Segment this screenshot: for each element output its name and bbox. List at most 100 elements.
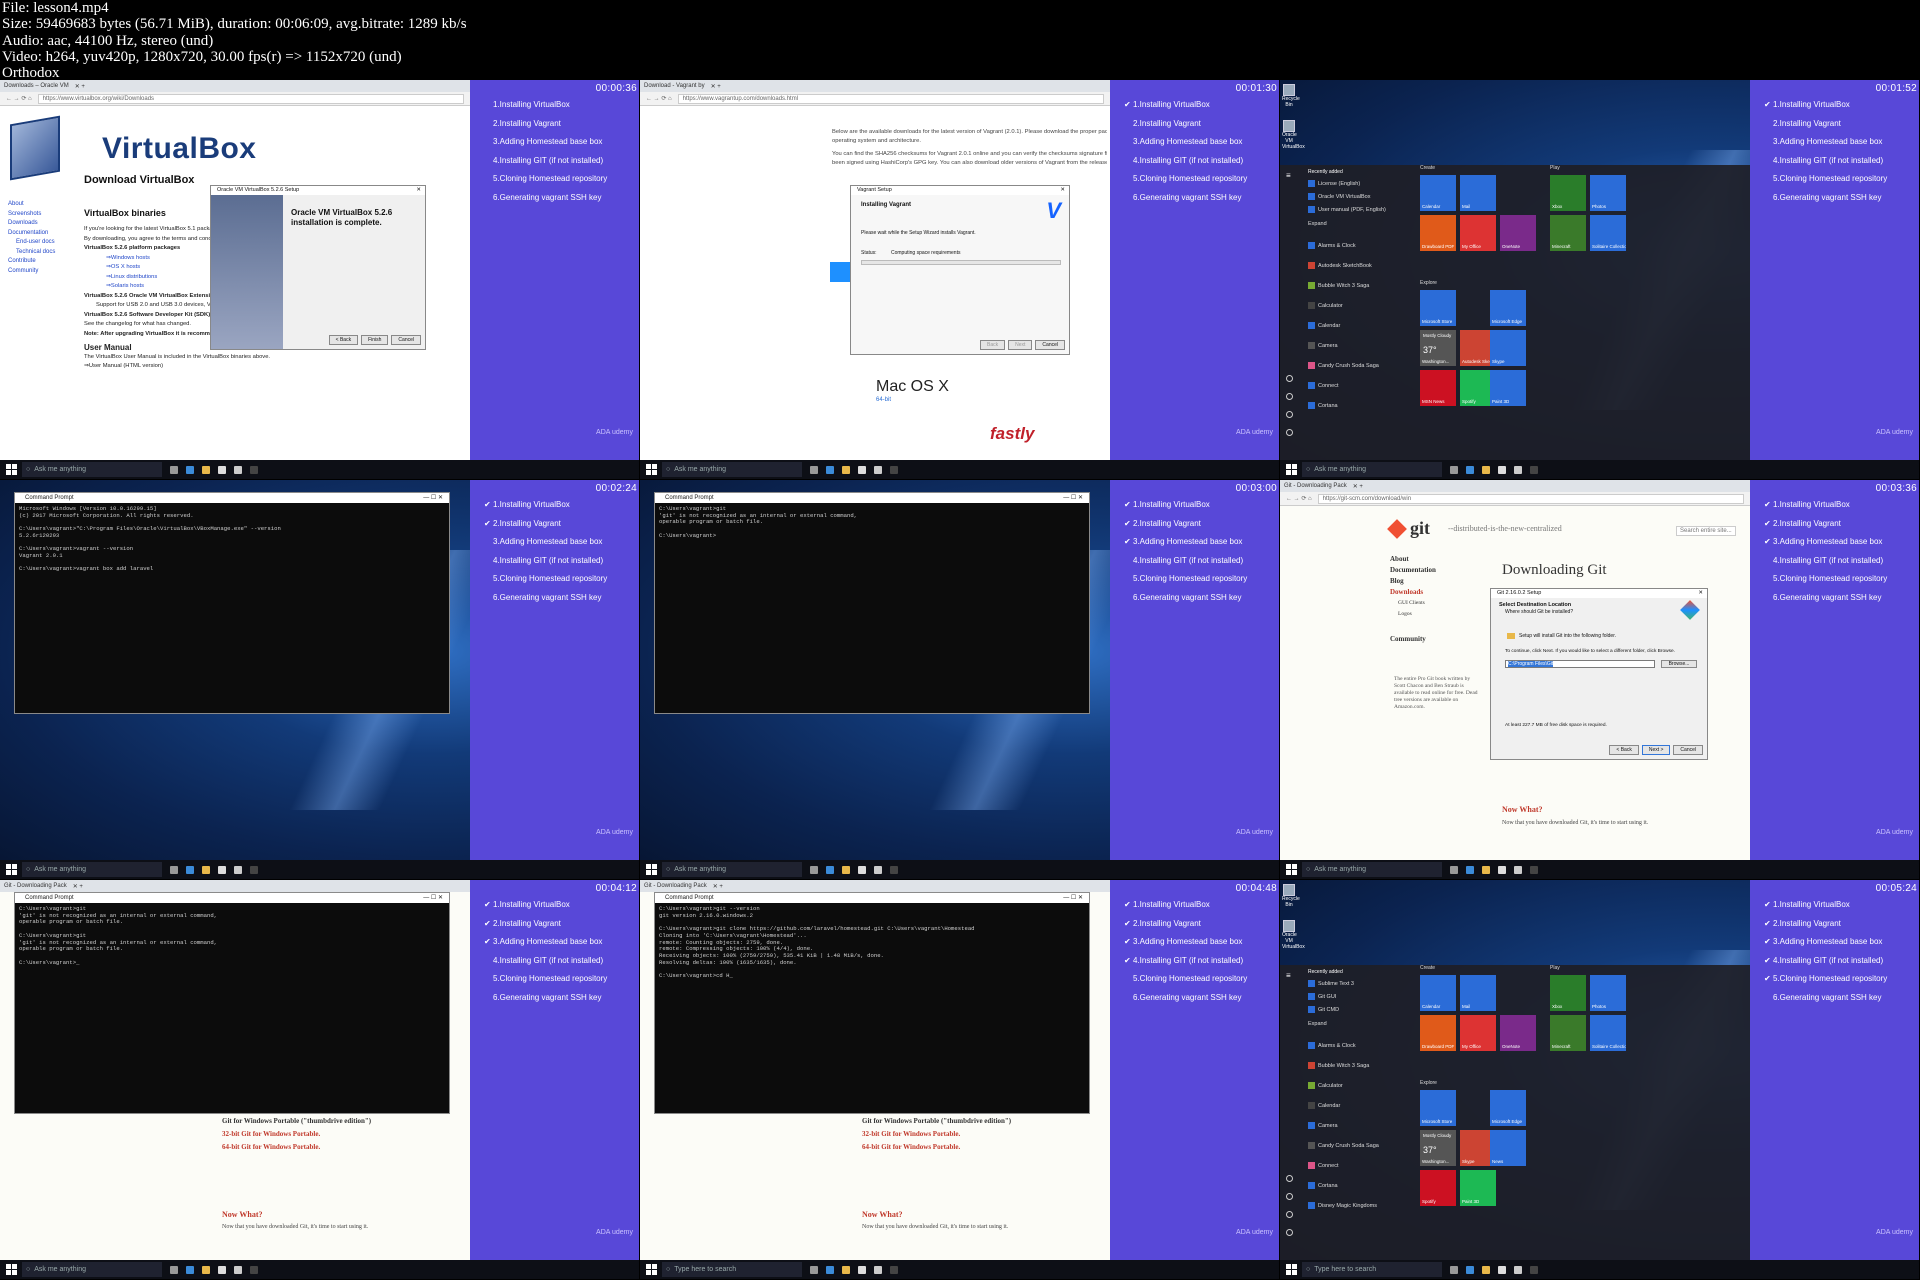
nav-link[interactable]: About: [1390, 554, 1436, 565]
cmd-icon[interactable]: [250, 1265, 258, 1274]
thumbnail-5[interactable]: Command Prompt C:\Users\vagrant>git 'git…: [640, 480, 1279, 879]
virtualbox-desktop-icon[interactable]: Oracle VM VirtualBox: [1282, 120, 1305, 150]
start-tile[interactable]: News: [1490, 1130, 1526, 1166]
search-box[interactable]: ○ Ask me anything: [22, 462, 162, 477]
search-box[interactable]: ○ Type here to search: [662, 1262, 802, 1277]
start-tile[interactable]: Paint 3D: [1490, 370, 1526, 406]
file-explorer-icon[interactable]: [842, 465, 850, 474]
nav-link[interactable]: Documentation: [1390, 565, 1436, 576]
task-view-icon[interactable]: [810, 1265, 818, 1274]
thumbnail-2[interactable]: Download - Vagrant by ✕ + ← → ⟳ ⌂ https://…: [640, 80, 1279, 479]
nav-link[interactable]: Blog: [1390, 576, 1436, 587]
task-view-icon[interactable]: [1450, 865, 1458, 874]
start-tile[interactable]: Paint 3D: [1460, 1170, 1496, 1206]
cancel-button[interactable]: Cancel: [391, 335, 421, 345]
app-list-item[interactable]: Sublime Text 3: [1318, 981, 1354, 987]
windows-start-icon[interactable]: [4, 463, 18, 477]
start-tile[interactable]: Calendar: [1420, 175, 1456, 211]
task-view-icon[interactable]: [810, 865, 818, 874]
console-output[interactable]: C:\Users\vagrant>git --version git versi…: [655, 903, 1089, 983]
app-list-item[interactable]: Git CMD: [1318, 1007, 1339, 1013]
search-box[interactable]: ○ Ask me anything: [662, 462, 802, 477]
power-icon[interactable]: [1286, 1229, 1293, 1236]
file-explorer-icon[interactable]: [202, 1265, 210, 1274]
search-box[interactable]: ○ Ask me anything: [22, 1262, 162, 1277]
cmd-icon[interactable]: [1530, 1265, 1538, 1274]
start-tile[interactable]: Microsoft Store: [1420, 290, 1456, 326]
command-prompt-window[interactable]: Command Prompt C:\Users\vagrant>git 'git…: [14, 892, 450, 1114]
store-icon[interactable]: [858, 1265, 866, 1274]
browser-tab[interactable]: Git - Downloading Pack: [1284, 483, 1347, 489]
back-button[interactable]: < Back: [1609, 745, 1639, 755]
app-list-item[interactable]: Calculator: [1318, 303, 1343, 309]
store-icon[interactable]: [1498, 1265, 1506, 1274]
file-explorer-icon[interactable]: [1482, 865, 1490, 874]
site-search-input[interactable]: Search entire site...: [1676, 526, 1736, 536]
start-tile[interactable]: Calendar: [1420, 975, 1456, 1011]
file-explorer-icon[interactable]: [1482, 465, 1490, 474]
task-view-icon[interactable]: [170, 465, 178, 474]
start-tile[interactable]: Drawboard PDF: [1420, 1015, 1456, 1051]
download-link[interactable]: 32-bit Git for Windows Portable.: [222, 1128, 371, 1141]
browser-tab[interactable]: Git - Downloading Pack: [644, 883, 707, 889]
app-list-item[interactable]: Calendar: [1318, 323, 1340, 329]
virtualbox-desktop-icon[interactable]: Oracle VM VirtualBox: [1282, 920, 1305, 950]
command-prompt-window[interactable]: Command Prompt C:\Users\vagrant>git 'git…: [654, 492, 1090, 714]
windows-start-icon[interactable]: [1284, 863, 1298, 877]
edge-icon[interactable]: [186, 1265, 194, 1274]
thumbnail-1[interactable]: Downloads – Oracle VM ✕ + ← → ⟳ ⌂ https://…: [0, 80, 639, 479]
nav-link[interactable]: Technical docs: [8, 248, 55, 258]
store-icon[interactable]: [858, 865, 866, 874]
edge-icon[interactable]: [186, 465, 194, 474]
nav-link[interactable]: Downloads: [1390, 587, 1436, 598]
thumbnail-9[interactable]: ≡ Recently added Sublime Text 3 Git GUI Git …: [1280, 880, 1919, 1279]
next-button[interactable]: Next >: [1641, 745, 1671, 755]
mail-icon[interactable]: [234, 865, 242, 874]
nav-link[interactable]: Downloads: [8, 219, 55, 229]
console-output[interactable]: C:\Users\vagrant>git 'git' is not recogn…: [655, 503, 1089, 543]
start-tile[interactable]: Microsoft Store: [1420, 1090, 1456, 1126]
edge-icon[interactable]: [826, 465, 834, 474]
app-list-item[interactable]: Candy Crush Soda Saga: [1318, 363, 1379, 369]
start-tile[interactable]: MSN News: [1420, 370, 1456, 406]
cancel-button[interactable]: Cancel: [1673, 745, 1703, 755]
command-prompt-window[interactable]: Command Prompt Microsoft Windows [Versio…: [14, 492, 450, 714]
mail-icon[interactable]: [1514, 1265, 1522, 1274]
documents-icon[interactable]: [1286, 1193, 1293, 1200]
app-list-item[interactable]: Camera: [1318, 343, 1338, 349]
start-tile[interactable]: OneNote: [1500, 1015, 1536, 1051]
app-list-item[interactable]: Bubble Witch 3 Saga: [1318, 283, 1369, 289]
edge-icon[interactable]: [186, 865, 194, 874]
browser-tab[interactable]: Git - Downloading Pack: [4, 883, 67, 889]
start-tile[interactable]: Xbox: [1550, 175, 1586, 211]
console-output[interactable]: Microsoft Windows [Version 10.0.16299.15…: [15, 503, 449, 576]
nav-link[interactable]: GUI Clients: [1390, 598, 1436, 609]
nav-link[interactable]: Documentation: [8, 229, 55, 239]
app-list-item[interactable]: Git GUI: [1318, 994, 1336, 1000]
recycle-bin-icon[interactable]: Recycle Bin: [1282, 84, 1300, 110]
settings-icon[interactable]: [1286, 411, 1293, 418]
browse-button[interactable]: Browse...: [1661, 660, 1697, 668]
cmd-icon[interactable]: [250, 465, 258, 474]
thumbnail-8[interactable]: Git - Downloading Pack ✕ + Git for Window…: [640, 880, 1279, 1279]
user-icon[interactable]: [1286, 1175, 1293, 1182]
start-tile[interactable]: Mail: [1460, 975, 1496, 1011]
app-list-item[interactable]: Calendar: [1318, 1103, 1340, 1109]
app-list-item[interactable]: User manual (PDF, English): [1318, 207, 1386, 213]
app-list-item[interactable]: Candy Crush Soda Saga: [1318, 1143, 1379, 1149]
finish-button[interactable]: Finish: [361, 335, 389, 345]
mail-icon[interactable]: [234, 465, 242, 474]
download-link[interactable]: 64-bit Git for Windows Portable.: [222, 1141, 371, 1154]
start-tile[interactable]: Photos: [1590, 175, 1626, 211]
task-view-icon[interactable]: [810, 465, 818, 474]
file-explorer-icon[interactable]: [1482, 1265, 1490, 1274]
file-explorer-icon[interactable]: [842, 865, 850, 874]
next-button[interactable]: Next: [1008, 340, 1033, 350]
thumbnail-7[interactable]: Git - Downloading Pack ✕ + Git for Window…: [0, 880, 639, 1279]
cmd-icon[interactable]: [890, 1265, 898, 1274]
thumbnail-3[interactable]: ≡ Recently added License (English) Oracle V…: [1280, 80, 1919, 479]
cmd-icon[interactable]: [890, 465, 898, 474]
file-explorer-icon[interactable]: [202, 465, 210, 474]
documents-icon[interactable]: [1286, 393, 1293, 400]
cmd-icon[interactable]: [1530, 865, 1538, 874]
